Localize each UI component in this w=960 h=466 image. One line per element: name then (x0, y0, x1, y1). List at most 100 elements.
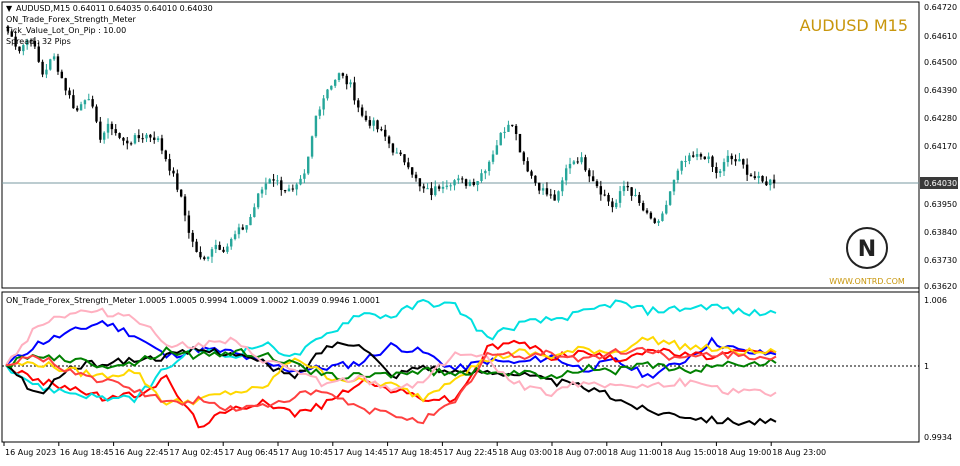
candle-body (387, 136, 391, 144)
price-axis[interactable]: 0.64720 0.64610 0.64500 0.64390 0.64280 … (924, 3, 957, 291)
candle-body (337, 73, 341, 81)
watermark-url: WWW.ONTRD.COM (829, 277, 905, 286)
candle-body (584, 157, 587, 171)
collapse-arrow-icon[interactable]: ▼ (6, 4, 13, 13)
candle-body (395, 152, 398, 154)
time-tick-label: 17 Aug 14:45 (334, 448, 388, 457)
indicator-name-label: ON_Trade_Forex_Strength_Meter (6, 15, 137, 24)
time-tick-label: 18 Aug 07:00 (553, 448, 607, 457)
time-tick-label: 17 Aug 06:45 (224, 448, 278, 457)
candle-body (376, 120, 379, 130)
price-chart-panel[interactable] (1, 1, 920, 289)
candle-body (56, 56, 60, 72)
candle-body (64, 78, 67, 91)
candle-body (260, 189, 264, 194)
candle-body (195, 241, 198, 252)
candle-body (430, 188, 433, 196)
candle-body (615, 202, 618, 208)
candle-body (684, 160, 687, 162)
time-tick-label: 17 Aug 18:45 (389, 448, 443, 457)
candle-body (341, 73, 345, 76)
candle-body (129, 143, 133, 145)
candle-body (611, 201, 614, 208)
candle-body (772, 179, 776, 184)
price-tick: 0.64720 (924, 3, 957, 12)
candle-body (572, 161, 576, 164)
candle-body (214, 244, 218, 250)
candle-body (45, 69, 48, 75)
candle-body (668, 191, 672, 205)
candle-body (149, 134, 152, 138)
candle-body (164, 150, 167, 160)
candle-body (645, 210, 649, 213)
candle-body (472, 181, 475, 186)
candle-body (434, 186, 437, 196)
indicator-axis-tick: 1.006 (924, 296, 947, 305)
candle-body (179, 189, 183, 197)
candle-body (276, 180, 279, 182)
time-axis[interactable]: 16 Aug 2023 16 Aug 18:45 16 Aug 22:45 17 Au… (3, 442, 826, 457)
candle-body (160, 138, 164, 151)
candle-body (141, 138, 144, 140)
candle-body (106, 123, 110, 133)
candle-body (287, 188, 291, 192)
candle-body (769, 179, 772, 186)
candle-body (360, 107, 364, 116)
candle-body (588, 170, 591, 177)
candle-body (499, 132, 502, 146)
candle-body (526, 161, 529, 172)
candle-body (249, 216, 252, 226)
candle-body (545, 188, 549, 195)
spread-label: Spread : 32 Pips (6, 37, 71, 46)
candle-body (749, 174, 753, 177)
candle-body (49, 59, 52, 70)
price-tick: 0.63840 (924, 228, 957, 237)
candle-body (314, 115, 318, 137)
candle-body (665, 204, 668, 214)
candle-body (538, 182, 541, 191)
candle-body (72, 95, 75, 109)
candle-body (653, 218, 656, 223)
logo-letter: N (858, 237, 876, 262)
candle-body (87, 99, 90, 101)
candle-body (607, 194, 610, 202)
candle-body (280, 180, 283, 191)
candle-body (457, 178, 460, 181)
candle-body (418, 178, 422, 187)
candle-body (230, 239, 233, 247)
candle-body (403, 154, 406, 163)
time-tick-label: 18 Aug 03:00 (498, 448, 552, 457)
candle-body (530, 171, 533, 176)
candle-body (511, 124, 514, 126)
candle-body (641, 202, 645, 211)
candle-body (599, 186, 603, 195)
candle-body (549, 194, 552, 196)
candle-body (114, 129, 117, 134)
candle-body (272, 179, 275, 181)
candle-body (176, 173, 179, 190)
candle-body (222, 249, 225, 252)
candle-body (576, 161, 579, 163)
candle-body (330, 85, 333, 90)
price-tick: 0.64280 (924, 114, 957, 123)
candle-body (18, 46, 21, 52)
candle-body (453, 180, 456, 186)
candle-body (722, 162, 726, 172)
candle-body (692, 155, 695, 157)
candle-body (364, 115, 368, 121)
candle-body (753, 176, 757, 179)
candle-body (99, 121, 102, 140)
candle-body (68, 90, 71, 96)
candle-body (241, 227, 244, 230)
candle-body (707, 156, 710, 160)
candle-body (703, 156, 706, 160)
time-tick-label: 18 Aug 15:00 (663, 448, 717, 457)
tick-value-label: Tick_Value_Lot_On_Pip : 10.00 (5, 26, 126, 35)
candle-body (245, 225, 248, 230)
candle-body (384, 129, 387, 137)
candle-body (95, 106, 98, 122)
symbol-ohlc-line: AUDUSD,M15 0.64011 0.64035 0.64010 0.640… (16, 4, 213, 13)
price-tick: 0.64500 (924, 58, 957, 67)
candle-body (449, 185, 452, 187)
trading-chart-window[interactable]: ▼ AUDUSD,M15 0.64011 0.64035 0.64010 0.6… (0, 0, 960, 462)
